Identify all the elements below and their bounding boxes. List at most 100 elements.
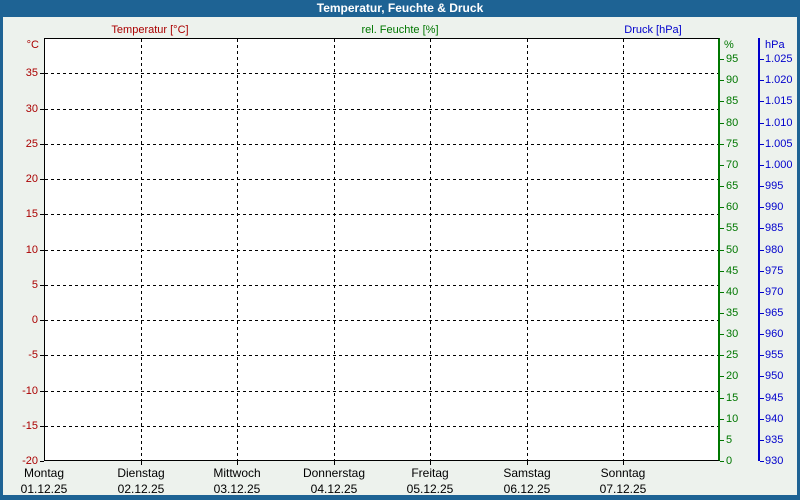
humidity-axis-tick	[720, 461, 724, 462]
humidity-tick-label: 50	[726, 244, 738, 256]
pressure-tick-label: 960	[765, 328, 783, 340]
humidity-tick-label: 0	[726, 455, 732, 467]
x-grid-line	[237, 39, 238, 460]
humidity-axis-tick	[720, 165, 724, 166]
humidity-tick-label: 20	[726, 370, 738, 382]
pressure-axis-tick	[760, 376, 764, 377]
temp-axis-tick	[40, 250, 44, 251]
temp-tick-label: -5	[3, 349, 38, 361]
temp-axis-tick	[40, 355, 44, 356]
y-grid-line	[45, 73, 718, 74]
temp-axis-tick	[40, 426, 44, 427]
humidity-tick-label: 55	[726, 222, 738, 234]
temp-axis-tick	[40, 285, 44, 286]
temp-axis-tick	[40, 461, 44, 462]
pressure-axis-tick	[760, 313, 764, 314]
humidity-axis-tick	[720, 355, 724, 356]
humidity-axis-tick	[720, 207, 724, 208]
pressure-axis-tick	[760, 419, 764, 420]
x-date-label: 03.12.25	[189, 483, 285, 495]
temp-tick-label: 20	[3, 173, 38, 185]
temp-axis-tick	[40, 214, 44, 215]
temp-tick-label: -10	[3, 385, 38, 397]
pressure-unit-label: hPa	[765, 39, 785, 51]
pressure-tick-label: 985	[765, 222, 783, 234]
x-day-label: Freitag	[382, 467, 478, 479]
x-day-label: Montag	[0, 467, 92, 479]
x-day-label: Sonntag	[575, 467, 671, 479]
temp-axis-tick	[40, 179, 44, 180]
pressure-axis-tick	[760, 80, 764, 81]
x-axis-tick	[141, 461, 142, 465]
window-title: Temperatur, Feuchte & Druck	[317, 1, 484, 15]
pressure-axis-tick	[760, 228, 764, 229]
pressure-axis-tick	[760, 334, 764, 335]
x-grid-line	[334, 39, 335, 460]
x-axis-tick	[527, 461, 528, 465]
humidity-axis-tick	[720, 271, 724, 272]
pressure-axis-tick	[760, 144, 764, 145]
humidity-tick-label: 30	[726, 328, 738, 340]
pressure-tick-label: 935	[765, 434, 783, 446]
temp-axis-tick	[40, 73, 44, 74]
humidity-unit-label: %	[724, 39, 734, 51]
y-grid-line	[45, 144, 718, 145]
x-axis-tick	[430, 461, 431, 465]
humidity-axis-tick	[720, 228, 724, 229]
x-axis-tick	[623, 461, 624, 465]
temp-tick-label: 5	[3, 279, 38, 291]
pressure-axis-tick	[760, 101, 764, 102]
humidity-axis-tick	[720, 376, 724, 377]
humidity-axis-header: rel. Feuchte [%]	[300, 24, 500, 36]
window: Temperatur, Feuchte & Druck Temperatur […	[0, 0, 800, 500]
pressure-axis-tick	[760, 461, 764, 462]
pressure-axis-tick	[760, 186, 764, 187]
humidity-axis-tick	[720, 440, 724, 441]
temp-tick-label: 25	[3, 138, 38, 150]
humidity-tick-label: 95	[726, 53, 738, 65]
pressure-tick-label: 955	[765, 349, 783, 361]
x-day-label: Donnerstag	[286, 467, 382, 479]
humidity-tick-label: 70	[726, 159, 738, 171]
humidity-axis-tick	[720, 334, 724, 335]
pressure-tick-label: 1.025	[765, 53, 793, 65]
humidity-axis-tick	[720, 186, 724, 187]
y-grid-line	[45, 214, 718, 215]
pressure-tick-label: 1.000	[765, 159, 793, 171]
title-bar: Temperatur, Feuchte & Druck	[0, 0, 800, 17]
temp-axis-tick	[40, 320, 44, 321]
y-grid-line	[45, 320, 718, 321]
pressure-tick-label: 1.005	[765, 138, 793, 150]
pressure-tick-label: 970	[765, 286, 783, 298]
chart-area: Temperatur [°C] rel. Feuchte [%] Druck […	[3, 17, 797, 495]
temp-axis-tick	[40, 109, 44, 110]
x-date-label: 02.12.25	[93, 483, 189, 495]
pressure-tick-label: 930	[765, 455, 783, 467]
temp-tick-label: 30	[3, 103, 38, 115]
humidity-axis-tick	[720, 144, 724, 145]
temp-tick-label: 35	[3, 67, 38, 79]
temp-tick-label: -15	[3, 420, 38, 432]
temp-axis-tick	[40, 391, 44, 392]
pressure-tick-label: 1.020	[765, 74, 793, 86]
humidity-tick-label: 60	[726, 201, 738, 213]
pressure-tick-label: 1.010	[765, 117, 793, 129]
humidity-tick-label: 5	[726, 434, 732, 446]
x-grid-line	[430, 39, 431, 460]
x-grid-line	[527, 39, 528, 460]
pressure-tick-label: 980	[765, 244, 783, 256]
pressure-tick-label: 965	[765, 307, 783, 319]
humidity-axis-tick	[720, 313, 724, 314]
pressure-axis-tick	[760, 165, 764, 166]
y-grid-line	[45, 250, 718, 251]
x-date-label: 04.12.25	[286, 483, 382, 495]
x-grid-line	[623, 39, 624, 460]
temp-axis-tick	[40, 144, 44, 145]
pressure-axis-tick	[760, 59, 764, 60]
pressure-axis-tick	[760, 292, 764, 293]
y-grid-line	[45, 391, 718, 392]
pressure-tick-label: 990	[765, 201, 783, 213]
humidity-tick-label: 75	[726, 138, 738, 150]
pressure-tick-label: 945	[765, 392, 783, 404]
x-date-label: 01.12.25	[0, 483, 92, 495]
